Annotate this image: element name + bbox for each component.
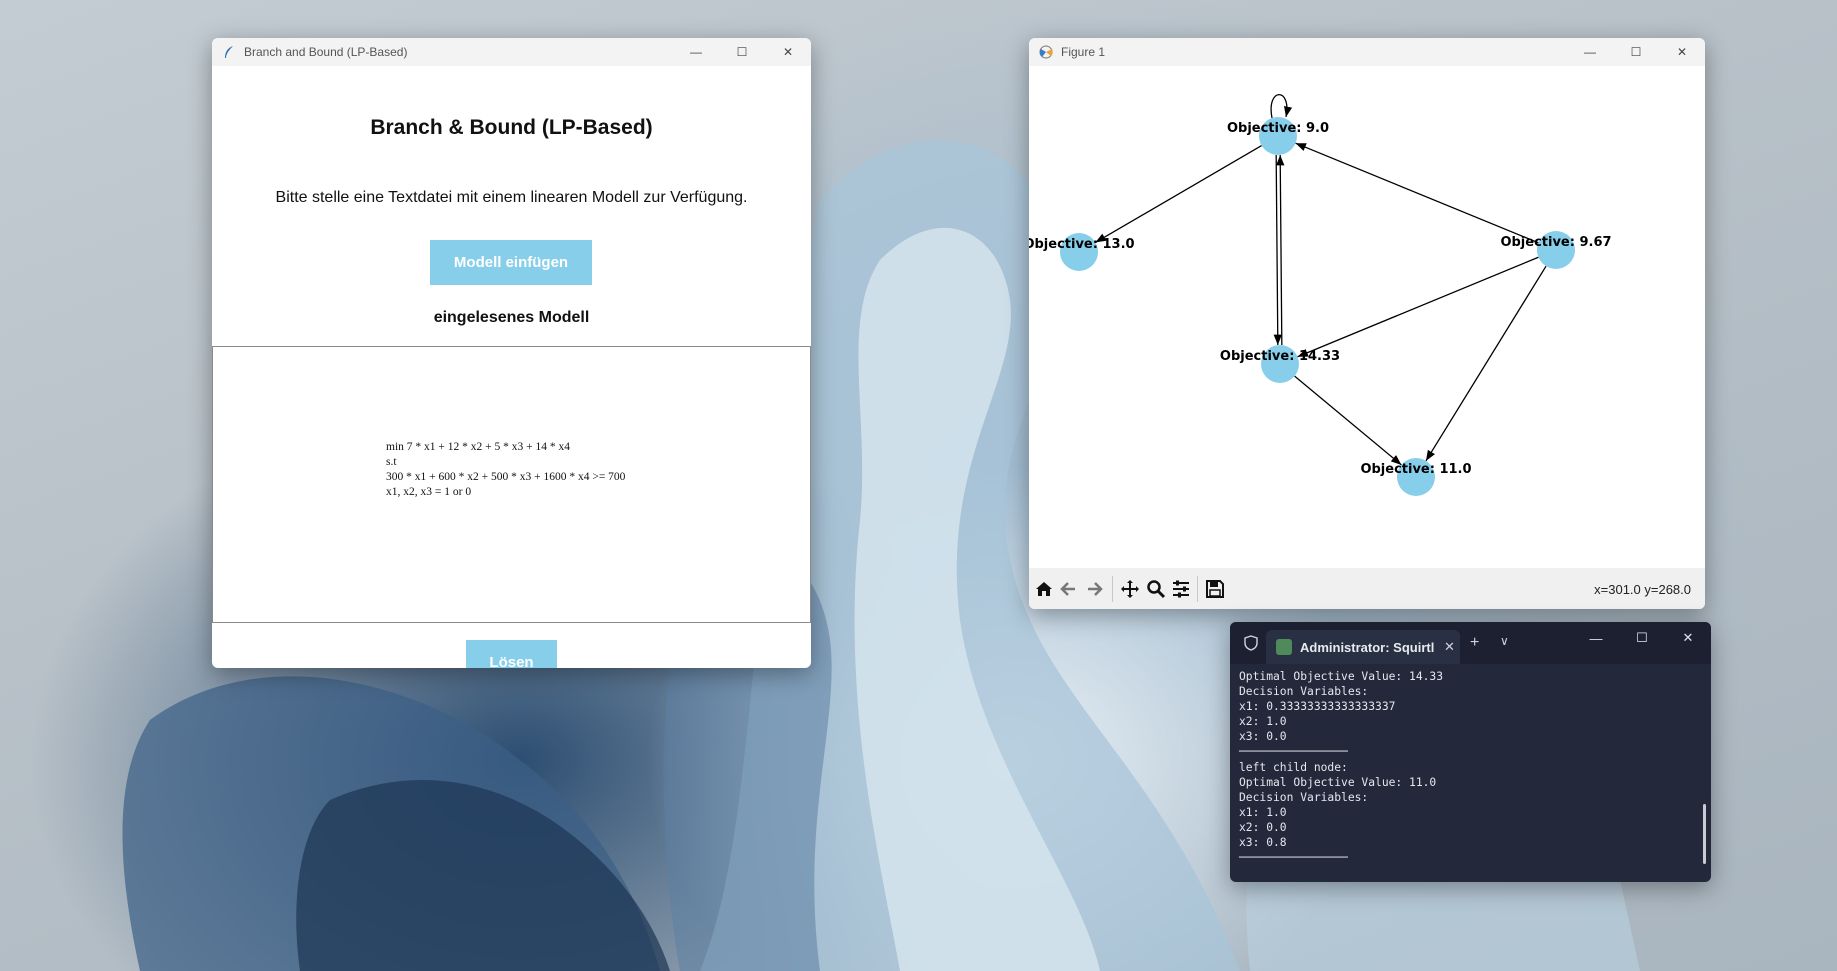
titlebar[interactable]: Figure 1 — ☐ ✕ bbox=[1029, 38, 1705, 66]
model-text-area[interactable]: min 7 * x1 + 12 * x2 + 5 * x3 + 14 * x4 … bbox=[212, 346, 811, 623]
configure-icon[interactable] bbox=[1170, 578, 1192, 600]
tab-close-icon[interactable]: ✕ bbox=[1444, 639, 1455, 655]
maximize-icon[interactable]: ☐ bbox=[1613, 38, 1659, 66]
terminal-output[interactable]: Optimal Objective Value: 14.33 Decision … bbox=[1239, 669, 1443, 865]
model-line: x1, x2, x3 = 1 or 0 bbox=[386, 486, 472, 498]
terminal-line: Decision Variables: bbox=[1239, 685, 1369, 699]
close-icon[interactable]: ✕ bbox=[1665, 622, 1711, 654]
terminal-line: x1: 0.33333333333333337 bbox=[1239, 700, 1396, 714]
close-icon[interactable]: ✕ bbox=[1659, 38, 1705, 66]
terminal-line: x1: 1.0 bbox=[1239, 805, 1287, 819]
cursor-coordinates: x=301.0 y=268.0 bbox=[1594, 582, 1691, 597]
maximize-icon[interactable]: ☐ bbox=[719, 38, 765, 66]
graph-edge bbox=[1273, 155, 1282, 346]
model-line: 300 * x1 + 600 * x2 + 500 * x3 + 1600 * … bbox=[386, 471, 626, 483]
terminal-window: Administrator: Squirtl ✕ + ∨ — ☐ ✕ Optim… bbox=[1230, 622, 1711, 882]
node-label: Objective: 9.0 bbox=[1227, 121, 1329, 136]
terminal-line: Optimal Objective Value: 11.0 bbox=[1239, 775, 1437, 789]
titlebar[interactable]: Branch and Bound (LP-Based) — ☐ ✕ bbox=[212, 38, 811, 66]
terminal-line: Optimal Objective Value: 14.33 bbox=[1239, 670, 1444, 683]
minimize-icon[interactable]: — bbox=[1567, 38, 1613, 66]
graph-edge bbox=[1095, 145, 1262, 243]
shield-icon bbox=[1242, 634, 1260, 652]
app-heading: Branch & Bound (LP-Based) bbox=[370, 116, 653, 139]
forward-icon[interactable] bbox=[1083, 578, 1105, 600]
terminal-tabbar[interactable]: Administrator: Squirtl ✕ + ∨ — ☐ ✕ bbox=[1230, 622, 1711, 664]
node-label: Objective: 13.0 bbox=[1029, 237, 1135, 252]
model-lines: min 7 * x1 + 12 * x2 + 5 * x3 + 14 * x4 … bbox=[386, 440, 625, 500]
terminal-line: ──────────────── bbox=[1239, 851, 1348, 865]
graph-edge bbox=[1425, 265, 1547, 462]
feather-icon bbox=[222, 45, 236, 59]
branch-bound-window: Branch and Bound (LP-Based) — ☐ ✕ Branch… bbox=[212, 38, 811, 668]
zoom-icon[interactable] bbox=[1145, 578, 1167, 600]
insert-model-button[interactable]: Modell einfügen bbox=[430, 240, 592, 285]
save-icon[interactable] bbox=[1204, 578, 1226, 600]
back-icon[interactable] bbox=[1058, 578, 1080, 600]
terminal-profile-icon bbox=[1276, 639, 1292, 655]
terminal-scrollbar[interactable] bbox=[1703, 804, 1706, 864]
graph-edge bbox=[1297, 256, 1539, 358]
figure-window: Figure 1 — ☐ ✕ Objective: 9.0 Objective: … bbox=[1029, 38, 1705, 609]
toolbar-separator bbox=[1197, 576, 1198, 602]
terminal-line: x3: 0.0 bbox=[1239, 730, 1287, 744]
new-tab-icon[interactable]: + bbox=[1470, 634, 1479, 652]
graph-edge bbox=[1276, 154, 1285, 345]
terminal-line: x2: 0.0 bbox=[1239, 820, 1287, 834]
figure-toolbar: x=301.0 y=268.0 bbox=[1029, 568, 1705, 609]
chevron-down-icon[interactable]: ∨ bbox=[1500, 634, 1509, 648]
graph-canvas[interactable]: Objective: 9.0 Objective: 13.0 Objective: … bbox=[1029, 66, 1705, 568]
terminal-line: x2: 1.0 bbox=[1239, 715, 1287, 729]
graph-edge bbox=[1294, 375, 1402, 466]
terminal-line: x3: 0.8 bbox=[1239, 836, 1287, 850]
terminal-line: left child node: bbox=[1239, 760, 1348, 774]
info-text: Bitte stelle eine Textdatei mit einem li… bbox=[275, 189, 748, 206]
toolbar-separator bbox=[1112, 576, 1113, 602]
terminal-line: Decision Variables: bbox=[1239, 790, 1369, 804]
graph-edge bbox=[1270, 94, 1293, 119]
model-line: min 7 * x1 + 12 * x2 + 5 * x3 + 14 * x4 bbox=[386, 441, 570, 453]
tab-title: Administrator: Squirtl bbox=[1300, 639, 1435, 655]
window-title: Figure 1 bbox=[1061, 45, 1106, 59]
close-icon[interactable]: ✕ bbox=[765, 38, 811, 66]
window-title: Branch and Bound (LP-Based) bbox=[244, 45, 408, 59]
terminal-line: ──────────────── bbox=[1239, 745, 1348, 759]
node-label: Objective: 9.67 bbox=[1500, 235, 1611, 250]
matplotlib-icon bbox=[1039, 45, 1053, 59]
home-icon[interactable] bbox=[1033, 578, 1055, 600]
node-label: Objective: 11.0 bbox=[1360, 462, 1471, 477]
maximize-icon[interactable]: ☐ bbox=[1619, 622, 1665, 654]
minimize-icon[interactable]: — bbox=[673, 38, 719, 66]
terminal-tab[interactable]: Administrator: Squirtl ✕ bbox=[1266, 630, 1460, 664]
model-heading: eingelesenes Modell bbox=[433, 309, 590, 326]
model-line: s.t bbox=[386, 456, 397, 468]
solve-button[interactable]: Lösen bbox=[466, 640, 557, 668]
node-label: Objective: 14.33 bbox=[1220, 349, 1340, 364]
pan-icon[interactable] bbox=[1119, 578, 1141, 600]
graph-edge bbox=[1295, 142, 1539, 244]
minimize-icon[interactable]: — bbox=[1573, 622, 1619, 654]
